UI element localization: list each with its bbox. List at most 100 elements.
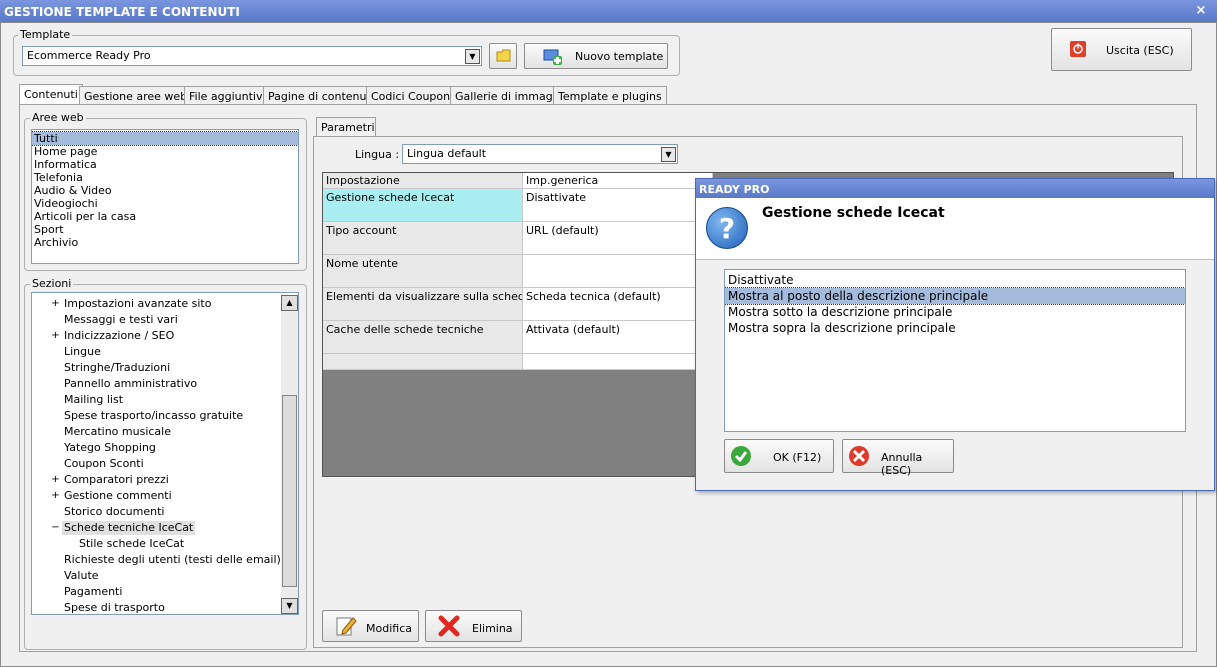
tree-item-selected[interactable]: Schede tecniche IceCat xyxy=(62,521,196,535)
lingua-select[interactable]: Lingua default xyxy=(402,144,678,164)
grid-cell-value[interactable]: URL (default) xyxy=(523,222,713,255)
tree-item[interactable]: Spese di trasporto xyxy=(64,601,165,614)
tree-item[interactable]: Pagamenti xyxy=(64,585,122,599)
ok-label: OK (F12) xyxy=(773,451,822,464)
grid-cell-value[interactable]: Attivata (default) xyxy=(523,321,713,354)
expand-icon[interactable]: + xyxy=(51,297,60,311)
tree-item[interactable]: Impostazioni avanzate sito xyxy=(64,297,211,311)
list-item[interactable]: Informatica xyxy=(32,158,298,171)
tab-file-aggiuntivi[interactable]: File aggiuntivi xyxy=(184,86,271,105)
tree-item[interactable]: Gestione commenti xyxy=(64,489,172,503)
modifica-button[interactable]: Modifica xyxy=(322,610,419,642)
aree-web-label: Aree web xyxy=(30,111,86,124)
dialog-header: ? Gestione schede Icecat xyxy=(696,198,1214,260)
expand-icon[interactable]: + xyxy=(51,473,60,487)
tree-item[interactable]: Spese trasporto/incasso gratuite xyxy=(64,409,243,423)
dialog-options-list[interactable]: Disattivate Mostra al posto della descri… xyxy=(724,269,1186,432)
check-icon xyxy=(731,446,751,466)
delete-icon xyxy=(438,615,460,637)
open-folder-button[interactable] xyxy=(489,43,517,69)
tree-item[interactable]: Storico documenti xyxy=(64,505,164,519)
list-item[interactable]: Audio & Video xyxy=(32,184,298,197)
sezioni-tree[interactable]: + Impostazioni avanzate sito Messaggi e … xyxy=(31,292,299,615)
option-item[interactable]: Mostra sotto la descrizione principale xyxy=(725,304,1185,320)
tree-item[interactable]: Coupon Sconti xyxy=(64,457,144,471)
grid-cell-setting[interactable]: Tipo account xyxy=(323,222,523,255)
list-item[interactable]: Home page xyxy=(32,145,298,158)
icecat-dialog: READY PRO ? Gestione schede Icecat Disat… xyxy=(695,178,1215,491)
sezioni-scrollbar[interactable]: ▲ ▼ xyxy=(281,295,298,614)
new-template-label: Nuovo template xyxy=(575,50,664,63)
dialog-title: READY PRO xyxy=(699,183,770,196)
template-select-value: Ecommerce Ready Pro xyxy=(27,49,151,62)
tab-codici-coupon[interactable]: Codici Coupon xyxy=(366,86,456,105)
option-item[interactable]: Disattivate xyxy=(725,272,1185,288)
chevron-down-icon[interactable]: ▼ xyxy=(661,147,676,162)
modifica-label: Modifica xyxy=(366,622,412,635)
grid-cell-setting[interactable]: Gestione schede Icecat xyxy=(323,189,523,222)
tab-gestione-aree-web[interactable]: Gestione aree web xyxy=(79,86,193,105)
tab-contenuti[interactable]: Contenuti xyxy=(19,84,83,105)
list-item[interactable]: Tutti xyxy=(32,131,298,146)
grid-cell-value[interactable]: Scheda tecnica (default) xyxy=(523,288,713,321)
tree-item[interactable]: Richieste degli utenti (testi delle emai… xyxy=(64,553,281,567)
chevron-down-icon[interactable]: ▼ xyxy=(465,49,480,64)
scroll-down-icon[interactable]: ▼ xyxy=(281,598,298,614)
expand-icon[interactable]: + xyxy=(51,329,60,343)
tab-pagine-di-contenuti[interactable]: Pagine di contenuti xyxy=(263,86,379,105)
new-template-button[interactable]: Nuovo template xyxy=(524,43,668,69)
expand-icon[interactable]: + xyxy=(51,489,60,503)
tree-item[interactable]: Stile schede IceCat xyxy=(79,537,184,551)
window-title: GESTIONE TEMPLATE E CONTENUTI xyxy=(4,5,240,19)
elimina-button[interactable]: Elimina xyxy=(425,610,522,642)
tree-item[interactable]: Comparatori prezzi xyxy=(64,473,169,487)
tree-item[interactable]: Pannello amministrativo xyxy=(64,377,197,391)
ok-button[interactable]: OK (F12) xyxy=(724,439,834,473)
grid-cell-setting[interactable]: Nome utente xyxy=(323,255,523,288)
list-item[interactable]: Sport xyxy=(32,223,298,236)
list-item[interactable]: Videogiochi xyxy=(32,197,298,210)
tree-item[interactable]: Stringhe/Traduzioni xyxy=(64,361,170,375)
tree-item[interactable]: Mercatino musicale xyxy=(64,425,171,439)
window-titlebar: GESTIONE TEMPLATE E CONTENUTI xyxy=(0,0,1217,22)
scroll-up-icon[interactable]: ▲ xyxy=(281,295,298,311)
power-icon xyxy=(1070,41,1086,57)
elimina-label: Elimina xyxy=(472,622,513,635)
tab-template-e-plugins[interactable]: Template e plugins xyxy=(553,86,667,105)
edit-icon xyxy=(336,617,357,636)
tree-item[interactable]: Mailing list xyxy=(64,393,123,407)
grid-cell-value[interactable] xyxy=(523,255,713,288)
tree-item[interactable]: Lingue xyxy=(64,345,101,359)
exit-button-label: Uscita (ESC) xyxy=(1106,44,1174,57)
grid-cell-value[interactable]: Disattivate xyxy=(523,189,713,222)
grid-cell-value[interactable] xyxy=(523,354,713,370)
tree-item[interactable]: Yatego Shopping xyxy=(64,441,156,455)
tree-item[interactable]: Indicizzazione / SEO xyxy=(64,329,174,343)
tree-item[interactable]: Messaggi e testi vari xyxy=(64,313,178,327)
question-icon: ? xyxy=(706,207,748,249)
tab-parametri[interactable]: Parametri xyxy=(316,117,376,137)
lingua-label: Lingua : xyxy=(355,148,400,161)
tree-item[interactable]: Valute xyxy=(64,569,99,583)
exit-button[interactable]: Uscita (ESC) xyxy=(1051,28,1192,71)
template-select[interactable]: Ecommerce Ready Pro xyxy=(22,46,482,66)
aree-web-list[interactable]: Tutti Home page Informatica Telefonia Au… xyxy=(31,129,299,264)
grid-cell-setting[interactable] xyxy=(323,354,523,370)
option-item-selected[interactable]: Mostra al posto della descrizione princi… xyxy=(725,287,1185,305)
option-item[interactable]: Mostra sopra la descrizione principale xyxy=(725,320,1185,336)
grid-cell-setting[interactable]: Elementi da visualizzare sulla scheda xyxy=(323,288,523,321)
grid-header-imp-generica: Imp.generica xyxy=(523,173,713,189)
grid-cell-setting[interactable]: Cache delle schede tecniche xyxy=(323,321,523,354)
scroll-thumb[interactable] xyxy=(282,395,297,587)
cancel-button[interactable]: Annulla (ESC) xyxy=(842,439,954,477)
collapse-icon[interactable]: − xyxy=(51,521,60,535)
cancel-label: Annulla (ESC) xyxy=(881,451,923,477)
close-icon[interactable]: × xyxy=(1193,3,1209,19)
grid-header-impostazione: Impostazione xyxy=(323,173,523,189)
add-template-icon xyxy=(543,49,562,65)
list-item[interactable]: Archivio xyxy=(32,236,298,249)
dialog-heading: Gestione schede Icecat xyxy=(762,205,945,221)
list-item[interactable]: Articoli per la casa xyxy=(32,210,298,223)
sezioni-label: Sezioni xyxy=(30,277,74,290)
list-item[interactable]: Telefonia xyxy=(32,171,298,184)
